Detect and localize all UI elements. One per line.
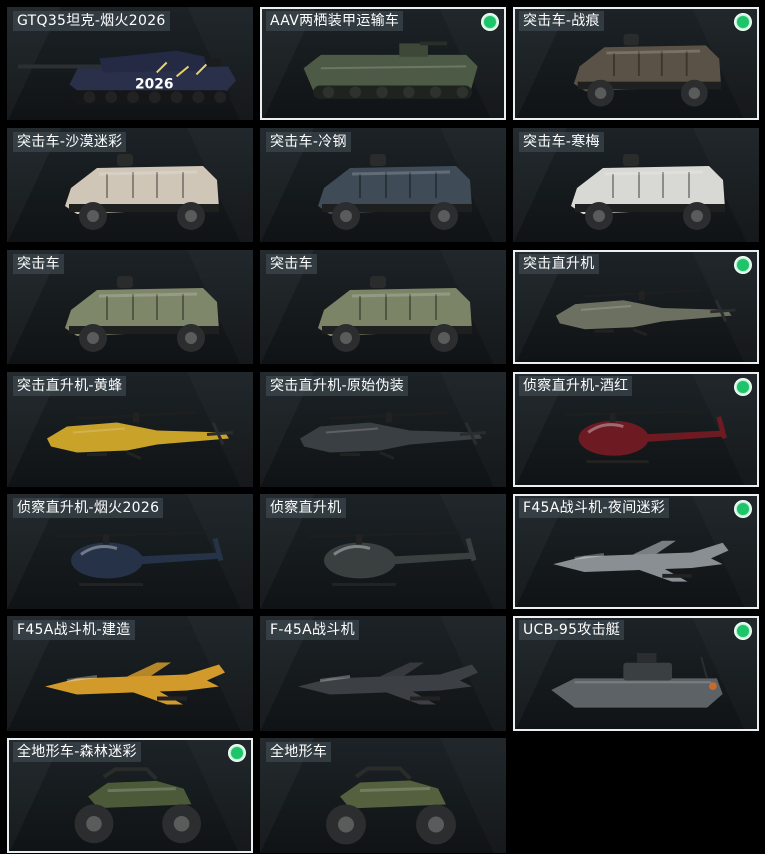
vehicle-card[interactable]: 2026 GTQ35坦克-烟火2026 bbox=[7, 7, 253, 120]
vehicle-card[interactable]: 突击直升机-原始伪装 bbox=[260, 372, 506, 487]
vehicle-card[interactable]: 侦察直升机-烟火2026 bbox=[7, 494, 253, 609]
vehicle-name: 侦察直升机-酒红 bbox=[519, 376, 633, 396]
vehicle-name: AAV两栖装甲运输车 bbox=[266, 11, 404, 31]
vehicle-name: F45A战斗机-建造 bbox=[13, 620, 135, 640]
vehicle-card[interactable]: 全地形车 bbox=[260, 738, 506, 853]
svg-text:2026: 2026 bbox=[135, 76, 174, 92]
equipped-indicator-icon bbox=[734, 378, 752, 396]
vehicle-card[interactable]: 突击直升机 bbox=[513, 250, 759, 364]
vehicle-card[interactable]: 全地形车-森林迷彩 bbox=[7, 738, 253, 853]
vehicle-card[interactable]: 突击车-战痕 bbox=[513, 7, 759, 120]
equipped-indicator-icon bbox=[734, 256, 752, 274]
vehicle-name: F45A战斗机-夜间迷彩 bbox=[519, 498, 670, 518]
vehicle-name: 侦察直升机 bbox=[266, 498, 346, 518]
vehicle-name: UCB-95攻击艇 bbox=[519, 620, 625, 640]
vehicle-skin-grid: 2026 GTQ35坦克-烟火2026 AAV两栖装甲运输车 突击车-战痕 突击… bbox=[0, 0, 765, 854]
vehicle-name: 突击车-战痕 bbox=[519, 11, 604, 31]
vehicle-card[interactable]: 突击车-沙漠迷彩 bbox=[7, 128, 253, 242]
vehicle-card[interactable]: F-45A战斗机 bbox=[260, 616, 506, 731]
vehicle-card[interactable]: AAV两栖装甲运输车 bbox=[260, 7, 506, 120]
vehicle-card[interactable]: 侦察直升机 bbox=[260, 494, 506, 609]
vehicle-name: 突击车 bbox=[13, 254, 64, 274]
vehicle-name: F-45A战斗机 bbox=[266, 620, 359, 640]
vehicle-name: 突击直升机-原始伪装 bbox=[266, 376, 409, 396]
equipped-indicator-icon bbox=[734, 622, 752, 640]
equipped-indicator-icon bbox=[734, 13, 752, 31]
vehicle-name: 突击车-冷钢 bbox=[266, 132, 351, 152]
vehicle-name: 全地形车-森林迷彩 bbox=[13, 742, 141, 762]
vehicle-card[interactable]: 突击车-寒梅 bbox=[513, 128, 759, 242]
vehicle-card[interactable]: 突击车 bbox=[260, 250, 506, 364]
vehicle-name: 突击直升机-黄蜂 bbox=[13, 376, 127, 396]
equipped-indicator-icon bbox=[734, 500, 752, 518]
vehicle-card[interactable]: 突击车-冷钢 bbox=[260, 128, 506, 242]
vehicle-name: 突击车-沙漠迷彩 bbox=[13, 132, 127, 152]
vehicle-name: 侦察直升机-烟火2026 bbox=[13, 498, 164, 518]
vehicle-name: 突击直升机 bbox=[519, 254, 599, 274]
vehicle-card[interactable]: F45A战斗机-建造 bbox=[7, 616, 253, 731]
vehicle-card[interactable]: UCB-95攻击艇 bbox=[513, 616, 759, 731]
vehicle-card[interactable]: F45A战斗机-夜间迷彩 bbox=[513, 494, 759, 609]
vehicle-name: 全地形车 bbox=[266, 742, 332, 762]
vehicle-name: GTQ35坦克-烟火2026 bbox=[13, 11, 170, 31]
equipped-indicator-icon bbox=[228, 744, 246, 762]
vehicle-card[interactable]: 突击车 bbox=[7, 250, 253, 364]
vehicle-name: 突击车-寒梅 bbox=[519, 132, 604, 152]
equipped-indicator-icon bbox=[481, 13, 499, 31]
vehicle-name: 突击车 bbox=[266, 254, 317, 274]
vehicle-card[interactable]: 突击直升机-黄蜂 bbox=[7, 372, 253, 487]
vehicle-card[interactable]: 侦察直升机-酒红 bbox=[513, 372, 759, 487]
